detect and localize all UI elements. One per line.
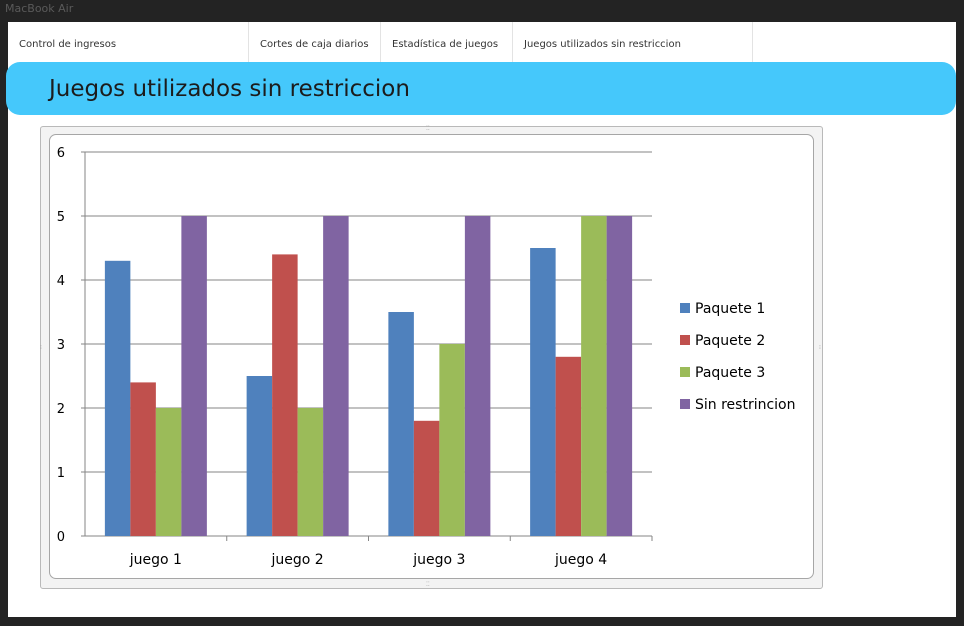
bar	[155, 408, 182, 536]
chart-area: 0 1 2 3 4 5 6 juego 1 juego 2 juego 3 juego 4 Paque…	[49, 134, 814, 579]
app-canvas: Control de ingresos Cortes de caja diari…	[6, 22, 956, 617]
resize-handle-right[interactable]: ⁝	[819, 345, 821, 351]
bar	[272, 254, 298, 536]
bar-chart: 0 1 2 3 4 5 6 juego 1 juego 2 juego 3 juego 4 Paque…	[57, 146, 796, 568]
legend-swatch	[680, 303, 690, 313]
legend-label: Paquete 3	[695, 365, 765, 381]
bar	[555, 356, 582, 536]
legend-swatch	[680, 399, 690, 409]
tab-bar: Control de ingresos Cortes de caja diari…	[8, 22, 956, 66]
bar	[581, 216, 607, 536]
chart-object-frame[interactable]: ⁚⁚ ⁚⁚ ⁝ ⁝ 0 1 2 3 4 5 6 juego 1 juego 2 juego 3 ju…	[40, 126, 823, 589]
bar	[323, 216, 349, 536]
window-title: MacBook Air	[5, 2, 74, 15]
resize-handle-top[interactable]: ⁚⁚	[426, 126, 430, 132]
page-title-banner: Juegos utilizados sin restriccion	[6, 62, 956, 115]
x-tick-label: juego 1	[129, 552, 182, 568]
page-title: Juegos utilizados sin restriccion	[49, 75, 410, 102]
x-tick-label: juego 2	[271, 552, 324, 568]
bar	[413, 420, 440, 536]
bar	[464, 216, 491, 536]
tab-juegos-sin-restriccion[interactable]: Juegos utilizados sin restriccion	[513, 22, 753, 66]
bar	[388, 312, 414, 536]
bar	[246, 376, 273, 536]
bar	[130, 382, 156, 536]
y-tick-label: 2	[57, 402, 65, 417]
y-tick-label: 6	[57, 146, 65, 161]
y-tick-label: 0	[57, 530, 65, 545]
tab-cortes-de-caja[interactable]: Cortes de caja diarios	[249, 22, 381, 66]
tab-estadistica-de-juegos[interactable]: Estadística de juegos	[381, 22, 513, 66]
bar	[104, 260, 131, 536]
x-tick-label: juego 4	[554, 552, 607, 568]
bar	[606, 216, 633, 536]
bar	[439, 344, 465, 536]
resize-handle-bottom[interactable]: ⁚⁚	[426, 582, 430, 588]
y-tick-label: 3	[57, 338, 65, 353]
legend-swatch	[680, 335, 690, 345]
y-tick-label: 4	[57, 274, 65, 289]
legend-label: Paquete 2	[695, 333, 765, 349]
resize-handle-left[interactable]: ⁝	[40, 345, 42, 351]
legend-label: Sin restrincion	[695, 397, 796, 413]
y-tick-label: 1	[57, 466, 65, 481]
legend-label: Paquete 1	[695, 301, 765, 317]
y-tick-label: 5	[57, 210, 65, 225]
bar	[530, 248, 556, 536]
bar	[181, 216, 207, 536]
x-tick-label: juego 3	[412, 552, 465, 568]
legend-swatch	[680, 367, 690, 377]
bar	[297, 408, 324, 536]
tab-control-de-ingresos[interactable]: Control de ingresos	[8, 22, 249, 66]
